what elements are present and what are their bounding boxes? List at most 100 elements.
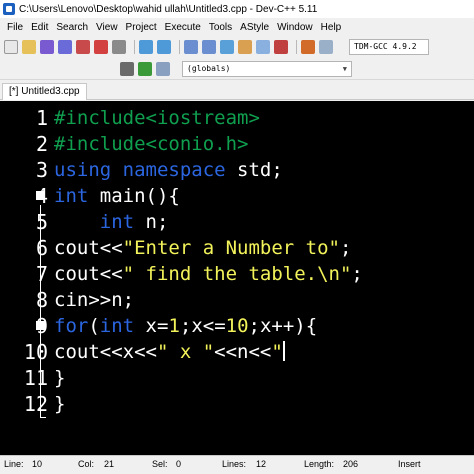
code-line[interactable]: 12} bbox=[0, 391, 474, 417]
line-number: 2 bbox=[35, 132, 48, 156]
menu-help[interactable]: Help bbox=[317, 22, 346, 33]
tab-untitled3[interactable]: [*] Untitled3.cpp bbox=[2, 83, 87, 100]
code-line[interactable]: 6 cout<<"Enter a Number to"; bbox=[0, 235, 474, 261]
status-lines-value: 12 bbox=[256, 459, 267, 469]
status-lines-label: Lines: bbox=[222, 459, 247, 469]
code-text: cout<<"Enter a Number to"; bbox=[54, 235, 351, 261]
menu-tools[interactable]: Tools bbox=[205, 22, 236, 33]
close-icon[interactable] bbox=[76, 40, 90, 54]
find-icon[interactable] bbox=[184, 40, 198, 54]
code-token: main(){ bbox=[88, 185, 180, 207]
code-token: using namespace bbox=[54, 159, 226, 181]
replace-icon[interactable] bbox=[202, 40, 216, 54]
code-text: #include<iostream> bbox=[54, 105, 260, 131]
menu-file[interactable]: File bbox=[3, 22, 27, 33]
status-line-label: Line: bbox=[4, 459, 24, 469]
line-number: 8 bbox=[35, 288, 48, 312]
line-number: 10 bbox=[23, 340, 48, 364]
code-text: #include<conio.h> bbox=[54, 131, 248, 157]
code-text: cout<<" find the table.\n"; bbox=[54, 261, 363, 287]
save-all-icon[interactable] bbox=[58, 40, 72, 54]
open-folder-icon[interactable] bbox=[22, 40, 36, 54]
code-token: <<n<< bbox=[214, 341, 272, 363]
code-text: using namespace std; bbox=[54, 157, 283, 183]
code-token: cin>>n; bbox=[54, 289, 135, 311]
code-line[interactable]: 8 cin>>n; bbox=[0, 287, 474, 313]
code-token: " find the table.\n" bbox=[122, 263, 352, 285]
menu-execute[interactable]: Execute bbox=[161, 22, 205, 33]
code-line[interactable]: 10 cout<<x<<" x "<<n<<" bbox=[0, 339, 474, 365]
menu-window[interactable]: Window bbox=[273, 22, 317, 33]
scope-select[interactable]: (globals) ▼ bbox=[182, 60, 352, 77]
profile-icon[interactable] bbox=[319, 40, 333, 54]
code-token: cout<< bbox=[54, 263, 123, 285]
code-line[interactable]: 3 using namespace std; bbox=[0, 157, 474, 183]
project-icon[interactable] bbox=[256, 40, 270, 54]
code-token: ;x<= bbox=[179, 315, 226, 337]
chevron-down-icon: ▼ bbox=[342, 64, 347, 73]
code-line[interactable]: 5 int n; bbox=[0, 209, 474, 235]
menu-edit[interactable]: Edit bbox=[27, 22, 52, 33]
code-token: for bbox=[54, 315, 89, 337]
code-editor[interactable]: 1 #include<iostream> 2 #include<conio.h> 3 us… bbox=[0, 101, 474, 455]
code-token: cout<<x<< bbox=[54, 341, 157, 363]
menu-search[interactable]: Search bbox=[52, 22, 92, 33]
code-token: #include<conio.h> bbox=[54, 133, 249, 155]
code-line[interactable]: 2 #include<conio.h> bbox=[0, 131, 474, 157]
code-text: } bbox=[54, 365, 65, 391]
code-token: 1 bbox=[168, 315, 180, 337]
class-browser-icon[interactable] bbox=[156, 61, 170, 76]
code-text: for(int x=1;x<=10;x++){ bbox=[54, 313, 317, 339]
code-token: } bbox=[54, 393, 66, 415]
code-token: } bbox=[54, 367, 66, 389]
line-number: 1 bbox=[35, 106, 48, 130]
status-line-value: 10 bbox=[32, 459, 43, 469]
save-icon[interactable] bbox=[40, 40, 54, 54]
menu-project[interactable]: Project bbox=[122, 22, 161, 33]
print-icon[interactable] bbox=[112, 40, 126, 54]
code-line[interactable]: 11} bbox=[0, 365, 474, 391]
toolbar-separator bbox=[134, 40, 135, 54]
status-col-label: Col: bbox=[78, 459, 95, 469]
code-token: cout<< bbox=[54, 237, 123, 259]
new-file-icon[interactable] bbox=[4, 40, 18, 54]
code-line[interactable]: 1 #include<iostream> bbox=[0, 105, 474, 131]
scope-value: (globals) bbox=[187, 64, 231, 73]
close-all-icon[interactable] bbox=[94, 40, 108, 54]
line-number: 6 bbox=[35, 236, 48, 260]
compile-icon[interactable] bbox=[238, 40, 252, 54]
line-number: 7 bbox=[35, 262, 48, 286]
goto-icon[interactable] bbox=[220, 40, 234, 54]
code-text: int n; bbox=[54, 209, 169, 235]
code-token: std; bbox=[225, 159, 283, 181]
rebuild-icon[interactable] bbox=[274, 40, 288, 54]
code-token: x= bbox=[134, 315, 169, 337]
secondary-toolbar: (globals) ▼ bbox=[0, 58, 474, 80]
compiler-select[interactable]: TDM-GCC 4.9.2 bbox=[349, 39, 429, 55]
fold-marker-icon[interactable] bbox=[36, 191, 45, 200]
status-bar: Line: 10 Col: 21 Sel: 0 Lines: 12 Length… bbox=[0, 455, 474, 474]
code-text: cout<<x<<" x "<<n<<" bbox=[54, 339, 285, 365]
menu-astyle[interactable]: AStyle bbox=[236, 22, 273, 33]
code-line[interactable]: 7 cout<<" find the table.\n"; bbox=[0, 261, 474, 287]
debug-icon[interactable] bbox=[301, 40, 315, 54]
code-token: #include<iostream> bbox=[54, 107, 260, 129]
menu-view[interactable]: View bbox=[92, 22, 122, 33]
bookmark-icon[interactable] bbox=[138, 61, 152, 76]
code-text: int main(){ bbox=[54, 183, 180, 209]
menu-bar: File Edit Search View Project Execute To… bbox=[0, 18, 474, 36]
code-token: int bbox=[54, 185, 89, 207]
status-insert-mode: Insert bbox=[398, 459, 421, 469]
insert-icon[interactable] bbox=[120, 61, 134, 76]
status-col-value: 21 bbox=[104, 459, 115, 469]
code-token: n; bbox=[134, 211, 169, 233]
code-line[interactable]: 9for(int x=1;x<=10;x++){ bbox=[0, 313, 474, 339]
toolbar-separator bbox=[296, 40, 297, 54]
code-line[interactable]: 4int main(){ bbox=[0, 183, 474, 209]
redo-icon[interactable] bbox=[157, 40, 171, 54]
undo-icon[interactable] bbox=[139, 40, 153, 54]
code-token: ( bbox=[88, 315, 100, 337]
code-token: " x " bbox=[156, 341, 215, 363]
code-token: int bbox=[99, 315, 135, 337]
line-number: 3 bbox=[35, 158, 48, 182]
